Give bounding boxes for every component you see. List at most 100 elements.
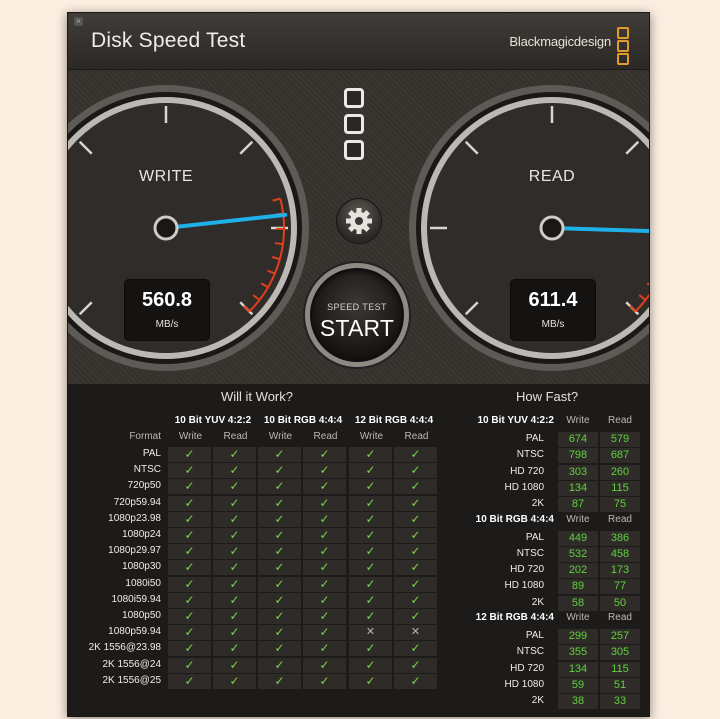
check-icon: ✓ <box>258 463 301 479</box>
check-icon: ✓ <box>349 609 392 624</box>
check-icon: ✓ <box>258 511 301 527</box>
write-speed-cell: 134 <box>558 661 598 677</box>
check-icon: ✓ <box>303 544 346 560</box>
check-icon: ✓ <box>213 511 256 527</box>
write-speed-cell: 58 <box>558 595 598 611</box>
check-icon: ✓ <box>168 641 211 657</box>
check-icon: ✓ <box>258 641 301 657</box>
close-button[interactable]: × <box>74 17 83 26</box>
app-window: × Disk Speed Test Blackmagicdesign WRITE… <box>67 12 650 717</box>
format-label: 2K <box>531 596 544 608</box>
check-icon: ✓ <box>168 511 211 527</box>
write-speed-cell: 355 <box>558 645 598 661</box>
check-icon: ✓ <box>349 641 392 657</box>
results-panel: Will it Work? How Fast? 10 Bit YUV 4:2:2… <box>68 384 649 716</box>
settings-button[interactable] <box>336 198 382 244</box>
format-label: 1080p23.98 <box>108 512 161 524</box>
read-speed-cell: 77 <box>600 579 640 595</box>
check-icon: ✓ <box>213 641 256 657</box>
check-icon: ✓ <box>168 463 211 479</box>
format-label: HD 720 <box>510 564 544 576</box>
format-label: NTSC <box>133 464 161 476</box>
check-icon: ✓ <box>349 576 392 592</box>
check-icon: ✓ <box>258 544 301 560</box>
check-icon: ✓ <box>168 560 211 576</box>
check-icon: ✓ <box>213 495 256 511</box>
check-icon: ✓ <box>168 495 211 511</box>
read-speed-cell: 115 <box>600 661 640 677</box>
check-icon: ✓ <box>213 544 256 560</box>
write-gauge: WRITE 560.8 MB/s <box>68 83 311 373</box>
check-icon: ✓ <box>394 447 437 462</box>
gear-icon <box>346 208 372 234</box>
check-icon: ✓ <box>303 592 346 608</box>
format-label: NTSC <box>516 449 544 461</box>
how-fast-group-header: 10 Bit YUV 4:2:2 <box>477 415 554 426</box>
format-label: 1080p59.94 <box>108 626 161 638</box>
check-icon: ✓ <box>349 479 392 495</box>
check-icon: ✓ <box>213 592 256 608</box>
check-icon: ✓ <box>168 528 211 543</box>
check-icon: ✓ <box>213 463 256 479</box>
ww-sub-write: Write <box>178 431 203 442</box>
format-label: PAL <box>525 531 544 543</box>
check-icon: ✓ <box>394 576 437 592</box>
check-icon: ✓ <box>258 657 301 673</box>
check-icon: ✓ <box>168 625 211 641</box>
write-speed-value: 560.8 <box>141 289 193 311</box>
read-speed-value: 611.4 <box>528 289 578 311</box>
format-label: 720p50 <box>127 480 161 492</box>
hf-sub-read: Read <box>608 513 632 525</box>
check-icon: ✓ <box>303 609 346 624</box>
write-speed-cell: 59 <box>558 677 598 693</box>
format-label: PAL <box>142 448 161 459</box>
check-icon: ✓ <box>394 528 437 543</box>
check-icon: ✓ <box>168 609 211 624</box>
format-label: PAL <box>525 433 544 444</box>
check-icon: ✓ <box>394 609 437 624</box>
check-icon: ✓ <box>303 495 346 511</box>
check-icon: ✓ <box>349 560 392 576</box>
check-icon: ✓ <box>349 592 392 608</box>
read-gauge: READ 611.4 MB/s <box>407 83 649 373</box>
check-icon: ✓ <box>349 495 392 511</box>
check-icon: ✓ <box>213 673 256 689</box>
start-button[interactable]: SPEED TEST START <box>305 263 409 367</box>
cross-icon: ✕ <box>394 625 437 641</box>
format-label: 1080p29.97 <box>108 545 161 557</box>
format-label: 1080p50 <box>122 610 161 621</box>
ww-sub-write: Write <box>359 431 384 442</box>
check-icon: ✓ <box>349 673 392 689</box>
format-label: HD 1080 <box>504 580 544 592</box>
read-speed-unit: MB/s <box>541 319 565 330</box>
check-icon: ✓ <box>213 447 256 462</box>
start-button-label: START <box>319 315 395 341</box>
check-icon: ✓ <box>213 576 256 592</box>
write-speed-cell: 532 <box>558 546 598 562</box>
read-speed-cell: 305 <box>600 645 640 661</box>
check-icon: ✓ <box>258 673 301 689</box>
format-column-header: Format <box>129 431 161 442</box>
check-icon: ✓ <box>258 609 301 624</box>
read-gauge-label: READ <box>528 168 576 185</box>
read-speed-cell: 115 <box>600 480 640 496</box>
check-icon: ✓ <box>349 447 392 462</box>
format-label: 1080i59.94 <box>111 593 162 605</box>
format-label: 1080i50 <box>125 577 161 589</box>
check-icon: ✓ <box>258 479 301 495</box>
read-speed-cell: 33 <box>600 694 640 710</box>
read-speed-cell: 687 <box>600 448 640 464</box>
check-icon: ✓ <box>394 657 437 673</box>
check-icon: ✓ <box>394 592 437 608</box>
write-speed-unit: MB/s <box>155 319 179 330</box>
check-icon: ✓ <box>213 528 256 543</box>
check-icon: ✓ <box>394 463 437 479</box>
write-speed-cell: 89 <box>558 579 598 595</box>
format-label: PAL <box>525 630 544 641</box>
check-icon: ✓ <box>258 528 301 543</box>
check-icon: ✓ <box>349 528 392 543</box>
check-icon: ✓ <box>168 544 211 560</box>
check-icon: ✓ <box>213 657 256 673</box>
format-label: 2K <box>531 498 544 510</box>
check-icon: ✓ <box>303 560 346 576</box>
